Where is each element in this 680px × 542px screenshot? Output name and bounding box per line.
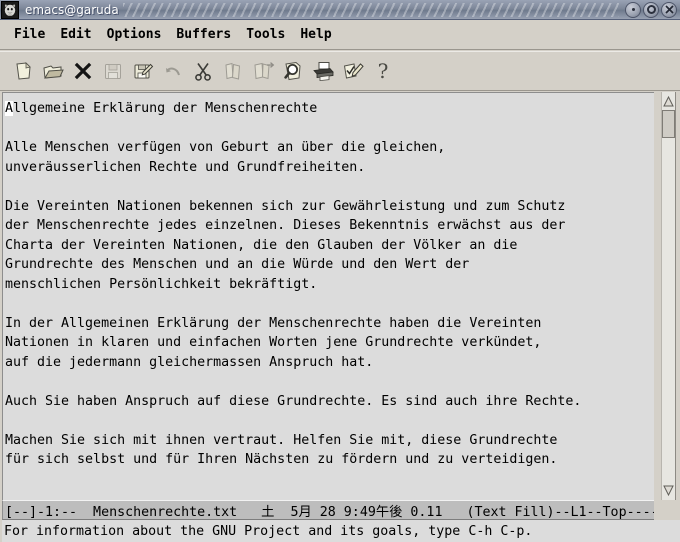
- buffer-line: Die Vereinten Nationen bekennen sich zur…: [5, 198, 566, 214]
- search-magnifier-icon[interactable]: [278, 56, 308, 86]
- buffer-line: für sich selbst und für Ihren Nächsten z…: [5, 452, 558, 467]
- buffer-line: Nationen in klaren und einfachen Worten …: [5, 335, 542, 350]
- menu-item-buffers[interactable]: Buffers: [176, 25, 238, 44]
- scrollbar-trough[interactable]: [661, 92, 676, 500]
- maximize-icon: [646, 5, 656, 14]
- buffer-line: Alle Menschen verfügen von Geburt an übe…: [5, 140, 446, 155]
- scrollbar-thumb[interactable]: [662, 110, 675, 138]
- svg-text:?: ?: [378, 59, 389, 83]
- open-folder-icon[interactable]: [38, 56, 68, 86]
- buffer-line: Auch Sie haben Anspruch auf diese Grundr…: [5, 393, 582, 409]
- undo-arrow-icon[interactable]: [158, 56, 188, 86]
- buffer-line: [5, 372, 654, 392]
- buffer-line: auf die jedermann gleichermassen Anspruc…: [5, 354, 374, 370]
- window-title: emacs@garuda: [25, 2, 119, 17]
- menu-item-edit[interactable]: Edit: [60, 25, 98, 44]
- maximize-button[interactable]: [643, 1, 659, 18]
- buffer-line: der Menschenrechte jedes einzelnen. Dies…: [5, 218, 566, 233]
- menu-bar: File Edit Options Buffers Tools Help: [0, 20, 680, 50]
- buffer-line: [5, 177, 654, 197]
- scroll-up-arrow-icon[interactable]: [662, 94, 675, 109]
- text-buffer[interactable]: Allgemeine Erklärung der Menschenrechte …: [2, 92, 654, 500]
- spell-check-icon[interactable]: [338, 56, 368, 86]
- help-question-icon[interactable]: ?: [368, 56, 398, 86]
- buffer-line: unveräusserlichen Rechte und Grundfreihe…: [5, 159, 366, 175]
- buffer-line-text: llgemeine Erklärung der Menschenrechte: [13, 101, 318, 116]
- mode-line[interactable]: [--]-1:-- Menschenrechte.txt 土 5月 28 9:4…: [2, 500, 654, 520]
- window-controls: [623, 1, 677, 18]
- buffer-area: Allgemeine Erklärung der Menschenrechte …: [0, 92, 680, 500]
- minimize-button[interactable]: [625, 1, 641, 18]
- title-bar[interactable]: emacs@garuda: [0, 0, 680, 20]
- scroll-down-arrow-icon[interactable]: [662, 483, 675, 498]
- gnu-head-icon: [1, 0, 19, 19]
- save-as-icon[interactable]: [128, 56, 158, 86]
- save-diskette-icon[interactable]: [98, 56, 128, 86]
- buffer-line: [5, 411, 654, 431]
- echo-area[interactable]: For information about the GNU Project an…: [2, 520, 680, 542]
- paste-icon[interactable]: [248, 56, 278, 86]
- print-icon[interactable]: [308, 56, 338, 86]
- tool-bar: ?: [0, 51, 680, 91]
- vertical-scrollbar[interactable]: [654, 92, 680, 500]
- close-button[interactable]: [661, 1, 677, 18]
- titlebar-texture: [122, 2, 619, 17]
- buffer-line: Machen Sie sich mit ihnen vertraut. Helf…: [5, 432, 558, 448]
- cut-scissors-icon[interactable]: [188, 56, 218, 86]
- emacs-window: emacs@garuda File Edit Options Buffers T…: [0, 0, 680, 542]
- buffer-line: Allgemeine Erklärung der Menschenrechte: [5, 99, 654, 119]
- buffer-line: Charta der Vereinten Nationen, die den G…: [5, 237, 518, 253]
- buffer-line: Grundrechte des Menschen und an die Würd…: [5, 257, 470, 272]
- buffer-line: [5, 294, 654, 314]
- buffer-line: menschlichen Persönlichkeit bekräftigt.: [5, 276, 318, 292]
- minimize-icon: [631, 8, 635, 11]
- buffer-line: [5, 119, 654, 139]
- point-cursor: A: [5, 101, 14, 116]
- menu-item-help[interactable]: Help: [300, 25, 338, 44]
- menu-item-tools[interactable]: Tools: [246, 25, 292, 44]
- copy-icon[interactable]: [218, 56, 248, 86]
- close-icon: [664, 5, 674, 14]
- mode-line-scrollbar-gap: [654, 500, 680, 520]
- buffer-line: In der Allgemeinen Erklärung der Mensche…: [5, 315, 542, 331]
- menu-item-file[interactable]: File: [14, 25, 52, 44]
- new-file-icon[interactable]: [8, 56, 38, 86]
- close-x-icon[interactable]: [68, 56, 98, 86]
- menu-item-options[interactable]: Options: [107, 25, 169, 44]
